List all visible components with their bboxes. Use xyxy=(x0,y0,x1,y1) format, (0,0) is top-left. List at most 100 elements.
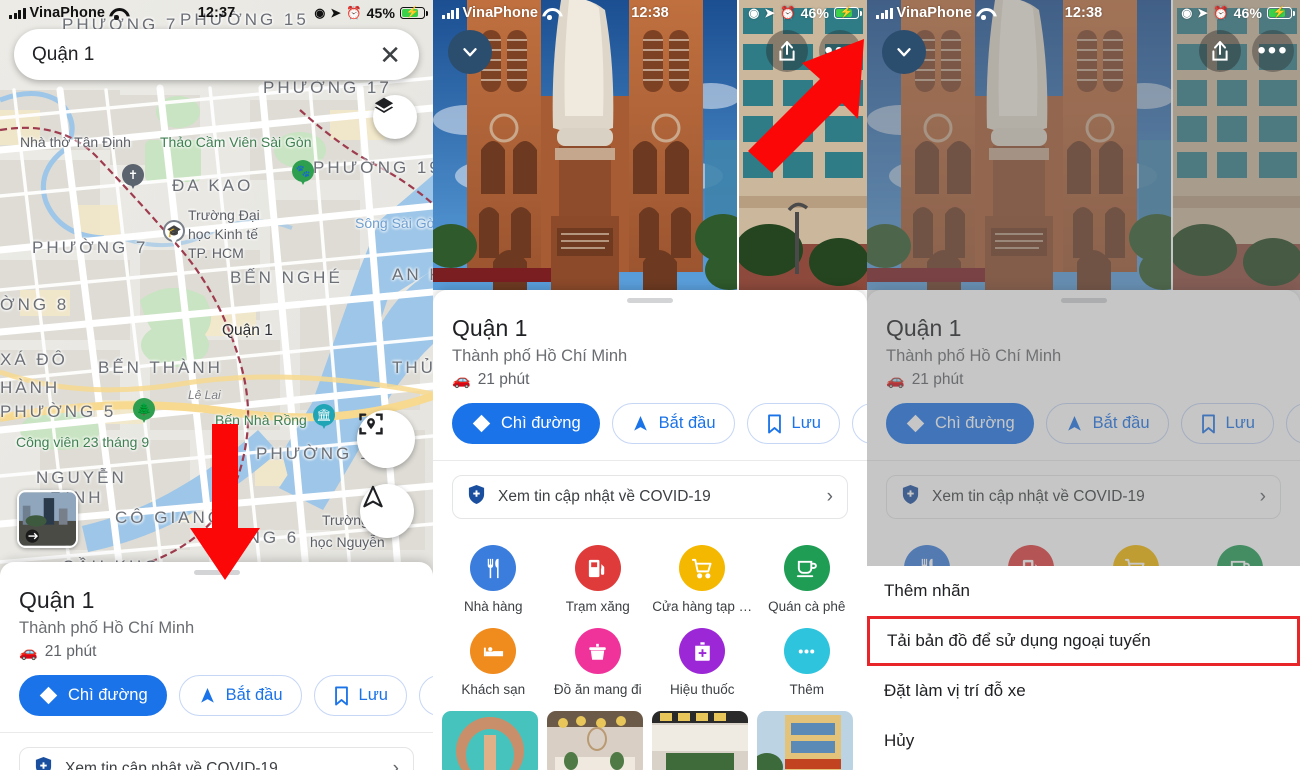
chip-flag[interactable]: N xyxy=(418,675,433,716)
bookmark-icon xyxy=(333,686,350,706)
place-options-action-sheet: Thêm nhãn Tải bản đồ để sử dụng ngoại tuy… xyxy=(867,566,1300,770)
alarm-icon: ⏰ xyxy=(1213,5,1229,20)
action-item[interactable]: Hủy xyxy=(867,716,1300,766)
category-coffee[interactable]: Quán cà phê xyxy=(755,545,860,614)
category-label: Khách sạn xyxy=(461,682,526,697)
chip-flag[interactable]: N xyxy=(851,403,867,444)
chip-directions[interactable]: Chì đường xyxy=(452,403,600,444)
navigate-icon xyxy=(631,414,650,433)
map-pin-museum[interactable]: 🏛 xyxy=(313,404,335,434)
street-view-thumbnail[interactable] xyxy=(17,490,78,548)
more-dots-icon xyxy=(783,628,830,674)
chip-bookmark[interactable]: Lưu xyxy=(746,403,840,444)
category-grocery-cart[interactable]: Cửa hàng tạp h... xyxy=(650,545,755,614)
battery-percent-label: 46% xyxy=(1233,5,1262,21)
category-hotel-bed[interactable]: Khách sạn xyxy=(441,628,546,697)
action-item-label: Đặt làm vị trí đỗ xe xyxy=(884,681,1026,700)
covid-update-row-panel1[interactable]: Xem tin cập nhật về COVID-19 › xyxy=(19,747,414,770)
map-pin-church[interactable]: ✝ xyxy=(122,164,144,194)
chip-navigate[interactable]: Bắt đầu xyxy=(611,403,735,444)
navigate-icon xyxy=(198,686,217,705)
map-pin-zoo[interactable]: 🐾 xyxy=(292,160,314,190)
battery-percent-label: 45% xyxy=(366,5,395,21)
do-not-disturb-icon: ◉ xyxy=(314,5,326,20)
battery-charging-icon: ⚡ xyxy=(834,6,863,20)
covid-label: Xem tin cập nhật về COVID-19 xyxy=(65,760,278,770)
place-bottom-sheet-panel2: Quận 1 Thành phố Hồ Chí Minh 🚗 21 phút C… xyxy=(433,290,867,770)
chip-label: Chì đường xyxy=(68,686,148,704)
pharmacy-icon xyxy=(679,628,726,674)
category-pharmacy[interactable]: Hiệu thuốc xyxy=(650,628,755,697)
layers-icon xyxy=(374,97,394,113)
three-panel-tutorial-screenshot: PHƯỜNG 7 PHƯỜNG 15 PHƯỜNG 17 Nhà thờ Tân Đị… xyxy=(0,0,1300,770)
directions-icon xyxy=(471,413,492,434)
share-button[interactable] xyxy=(1199,30,1241,72)
category-label: Trạm xăng xyxy=(565,599,630,614)
list-item[interactable] xyxy=(652,711,748,770)
action-item[interactable]: Thêm nhãn xyxy=(867,566,1300,616)
battery-percent-label: 46% xyxy=(800,5,829,21)
list-item[interactable] xyxy=(547,711,643,770)
chip-bookmark[interactable]: Lưu xyxy=(313,675,407,716)
battery-charging-icon: ⚡ xyxy=(1267,6,1296,20)
car-icon: 🚗 xyxy=(452,372,471,389)
place-subtitle: Thành phố Hồ Chí Minh xyxy=(19,619,195,637)
eta-label: 21 phút xyxy=(44,643,97,660)
share-icon xyxy=(1212,41,1228,61)
red-down-arrow xyxy=(190,424,260,580)
hotel-bed-icon xyxy=(470,628,517,674)
action-chip-row-panel1: Chì đường Bắt đầu Lưu N xyxy=(0,661,433,732)
panel-action-sheet: ••• Quận 1 Thành phố Hồ Chí Minh 🚗 21 ph… xyxy=(867,0,1300,770)
collapse-chevron-button[interactable] xyxy=(448,30,492,74)
covid-update-row-panel2[interactable]: Xem tin cập nhật về COVID-19 › xyxy=(452,475,848,519)
alarm-icon: ⏰ xyxy=(346,5,362,20)
category-takeout[interactable]: Đồ ăn mang đi xyxy=(546,628,651,697)
search-bar[interactable]: ✕ xyxy=(14,29,419,80)
category-label: Nhà hàng xyxy=(463,599,523,614)
list-item[interactable] xyxy=(757,711,853,770)
map-pin-park[interactable]: 🌲 xyxy=(133,398,155,428)
category-restaurant[interactable]: Nhà hàng xyxy=(441,545,546,614)
place-bottom-sheet-panel1: Quận 1 Thành phố Hồ Chí Minh 🚗 21 phút C… xyxy=(0,562,433,770)
map-pin-university[interactable]: 🎓 xyxy=(163,220,185,250)
search-input[interactable] xyxy=(32,43,380,66)
category-label: Cửa hàng tạp h... xyxy=(652,599,753,614)
status-bar-panel3: VinaPhone 12:38 ◉ ➤ ⏰ 46% ⚡ xyxy=(867,0,1300,26)
red-up-right-arrow xyxy=(748,39,864,173)
chip-label: Bắt đầu xyxy=(658,414,716,432)
list-item[interactable] xyxy=(442,711,538,770)
place-subtitle: Thành phố Hồ Chí Minh xyxy=(452,347,628,365)
category-gas-station[interactable]: Trạm xăng xyxy=(546,545,651,614)
chevron-right-icon: › xyxy=(826,486,833,507)
action-item[interactable]: Đặt làm vị trí đỗ xe xyxy=(867,666,1300,716)
collapse-chevron-button[interactable] xyxy=(882,30,926,74)
locate-scan-button[interactable] xyxy=(357,410,415,468)
alarm-icon: ⏰ xyxy=(780,5,796,20)
category-label: Hiệu thuốc xyxy=(669,682,735,697)
chip-label: Bắt đầu xyxy=(225,686,283,704)
chevron-down-icon xyxy=(463,48,477,57)
category-label: Quán cà phê xyxy=(768,599,846,614)
action-item-highlighted[interactable]: Tải bản đồ để sử dụng ngoại tuyến xyxy=(867,616,1300,666)
shield-plus-icon xyxy=(467,484,486,510)
bookmark-icon xyxy=(766,414,783,434)
shield-plus-icon xyxy=(34,756,53,770)
navigation-arrow-icon xyxy=(363,485,383,508)
category-more-dots[interactable]: Thêm xyxy=(755,628,860,697)
panel-map-search: PHƯỜNG 7 PHƯỜNG 15 PHƯỜNG 17 Nhà thờ Tân Đị… xyxy=(0,0,433,770)
location-arrow-icon: ➤ xyxy=(1197,5,1208,20)
chip-directions[interactable]: Chì đường xyxy=(19,675,167,716)
action-item-label: Thêm nhãn xyxy=(884,581,970,600)
more-options-button[interactable]: ••• xyxy=(1252,30,1294,72)
battery-charging-icon: ⚡ xyxy=(400,6,429,20)
map-layers-button[interactable] xyxy=(373,95,417,139)
close-icon[interactable]: ✕ xyxy=(379,42,401,68)
navigation-compass-button[interactable] xyxy=(360,484,414,538)
status-bar-panel2: VinaPhone 12:38 ◉ ➤ ⏰ 46% ⚡ xyxy=(433,0,867,26)
chip-label: Chì đường xyxy=(501,414,581,432)
chip-navigate[interactable]: Bắt đầu xyxy=(178,675,302,716)
restaurant-icon xyxy=(470,545,517,591)
action-item-label: Tải bản đồ để sử dụng ngoại tuyến xyxy=(887,631,1151,650)
category-label: Đồ ăn mang đi xyxy=(553,682,642,697)
status-bar-panel1: VinaPhone 12:37 ◉ ➤ ⏰ 45% ⚡ xyxy=(0,0,433,26)
